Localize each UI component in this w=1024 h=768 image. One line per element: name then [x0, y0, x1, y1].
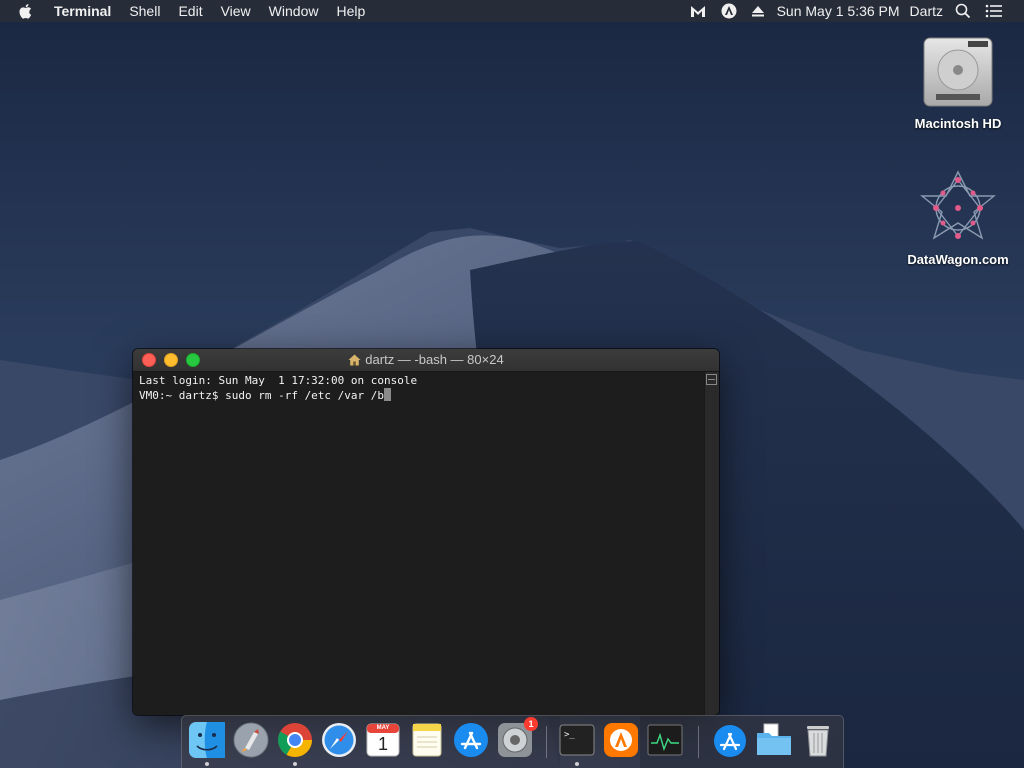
avast-icon[interactable]: [714, 0, 744, 22]
dock-notes[interactable]: [408, 721, 446, 759]
svg-text:>_: >_: [564, 730, 575, 740]
dock-launchpad[interactable]: [232, 721, 270, 759]
desktop-icon-label: DataWagon.com: [907, 252, 1009, 267]
dock-safari[interactable]: [320, 721, 358, 759]
running-indicator: [293, 762, 297, 766]
menubar-user[interactable]: Dartz: [905, 0, 948, 22]
calendar-day: 1: [377, 734, 388, 754]
notes-icon: [412, 723, 442, 757]
downloads-stack-icon: [714, 725, 746, 757]
menu-window[interactable]: Window: [260, 0, 328, 22]
dock-finder[interactable]: [188, 721, 226, 759]
menu-bar: Terminal Shell Edit View Window Help Sun…: [0, 0, 1024, 22]
dock-downloads[interactable]: [711, 721, 749, 759]
dock-separator: [698, 726, 699, 758]
menu-view[interactable]: View: [212, 0, 260, 22]
terminal-titlebar[interactable]: dartz — -bash — 80×24: [133, 349, 719, 372]
desktop-icon-datawagon[interactable]: DataWagon.com: [903, 168, 1013, 267]
dock-chrome[interactable]: [276, 721, 314, 759]
terminal-scrollbar[interactable]: [704, 372, 719, 715]
window-title: dartz — -bash — 80×24: [133, 349, 719, 373]
avast-app-icon: [604, 723, 638, 757]
terminal-line: VM0:~ dartz$ sudo rm -rf /etc /var /b: [139, 389, 385, 402]
folder-stack-icon: [757, 723, 791, 755]
hard-drive-icon: [918, 32, 998, 112]
terminal-window[interactable]: dartz — -bash — 80×24 Last login: Sun Ma…: [133, 349, 719, 715]
apple-icon[interactable]: [0, 3, 45, 19]
dock-separator: [546, 726, 547, 758]
text-cursor: [384, 388, 392, 401]
eject-icon[interactable]: [744, 0, 772, 22]
dock-calendar[interactable]: MAY 1: [364, 721, 402, 759]
minimize-button[interactable]: [164, 353, 178, 367]
window-title-text: dartz — -bash — 80×24: [365, 352, 504, 367]
desktop-icon-label: Macintosh HD: [914, 116, 1002, 131]
terminal-output[interactable]: Last login: Sun May 1 17:32:00 on consol…: [133, 372, 705, 715]
menubar-clock[interactable]: Sun May 1 5:36 PM: [772, 0, 905, 22]
datawagon-logo-icon: [918, 168, 998, 248]
malwarebytes-icon[interactable]: [682, 0, 714, 22]
menu-help[interactable]: Help: [327, 0, 374, 22]
dock-app-store[interactable]: [452, 721, 490, 759]
running-indicator: [205, 762, 209, 766]
terminal-line-with-cursor: VM0:~ dartz$ sudo rm -rf /etc /var /b: [139, 388, 699, 403]
dock-documents[interactable]: [755, 721, 793, 759]
menu-edit[interactable]: Edit: [169, 0, 211, 22]
dock-avast[interactable]: [602, 721, 640, 759]
terminal-icon: >_: [559, 724, 595, 756]
activity-monitor-icon: [647, 724, 683, 756]
home-folder-icon: [348, 351, 361, 373]
running-indicator: [575, 762, 579, 766]
notification-badge: 1: [524, 717, 538, 731]
calendar-month: MAY: [376, 725, 390, 731]
dock-system-preferences[interactable]: 1: [496, 717, 538, 759]
safari-icon: [322, 723, 356, 757]
app-store-icon: [454, 723, 488, 757]
chrome-icon: [278, 723, 312, 757]
launchpad-icon: [233, 722, 269, 758]
spotlight-icon[interactable]: [948, 0, 978, 22]
split-pane-icon[interactable]: [706, 374, 717, 385]
zoom-button[interactable]: [186, 353, 200, 367]
menu-shell[interactable]: Shell: [120, 0, 169, 22]
dock-trash[interactable]: [799, 721, 837, 759]
menu-app-name[interactable]: Terminal: [45, 0, 120, 22]
terminal-line: Last login: Sun May 1 17:32:00 on consol…: [139, 374, 418, 387]
dock: MAY 1 1 >_: [181, 715, 844, 768]
finder-icon: [189, 722, 225, 758]
close-button[interactable]: [142, 353, 156, 367]
dock-activity-monitor[interactable]: [646, 721, 684, 759]
desktop-icon-macintosh-hd[interactable]: Macintosh HD: [903, 32, 1013, 131]
notification-center-icon[interactable]: [978, 0, 1010, 22]
dock-terminal[interactable]: >_: [558, 721, 596, 759]
trash-icon: [807, 726, 829, 757]
